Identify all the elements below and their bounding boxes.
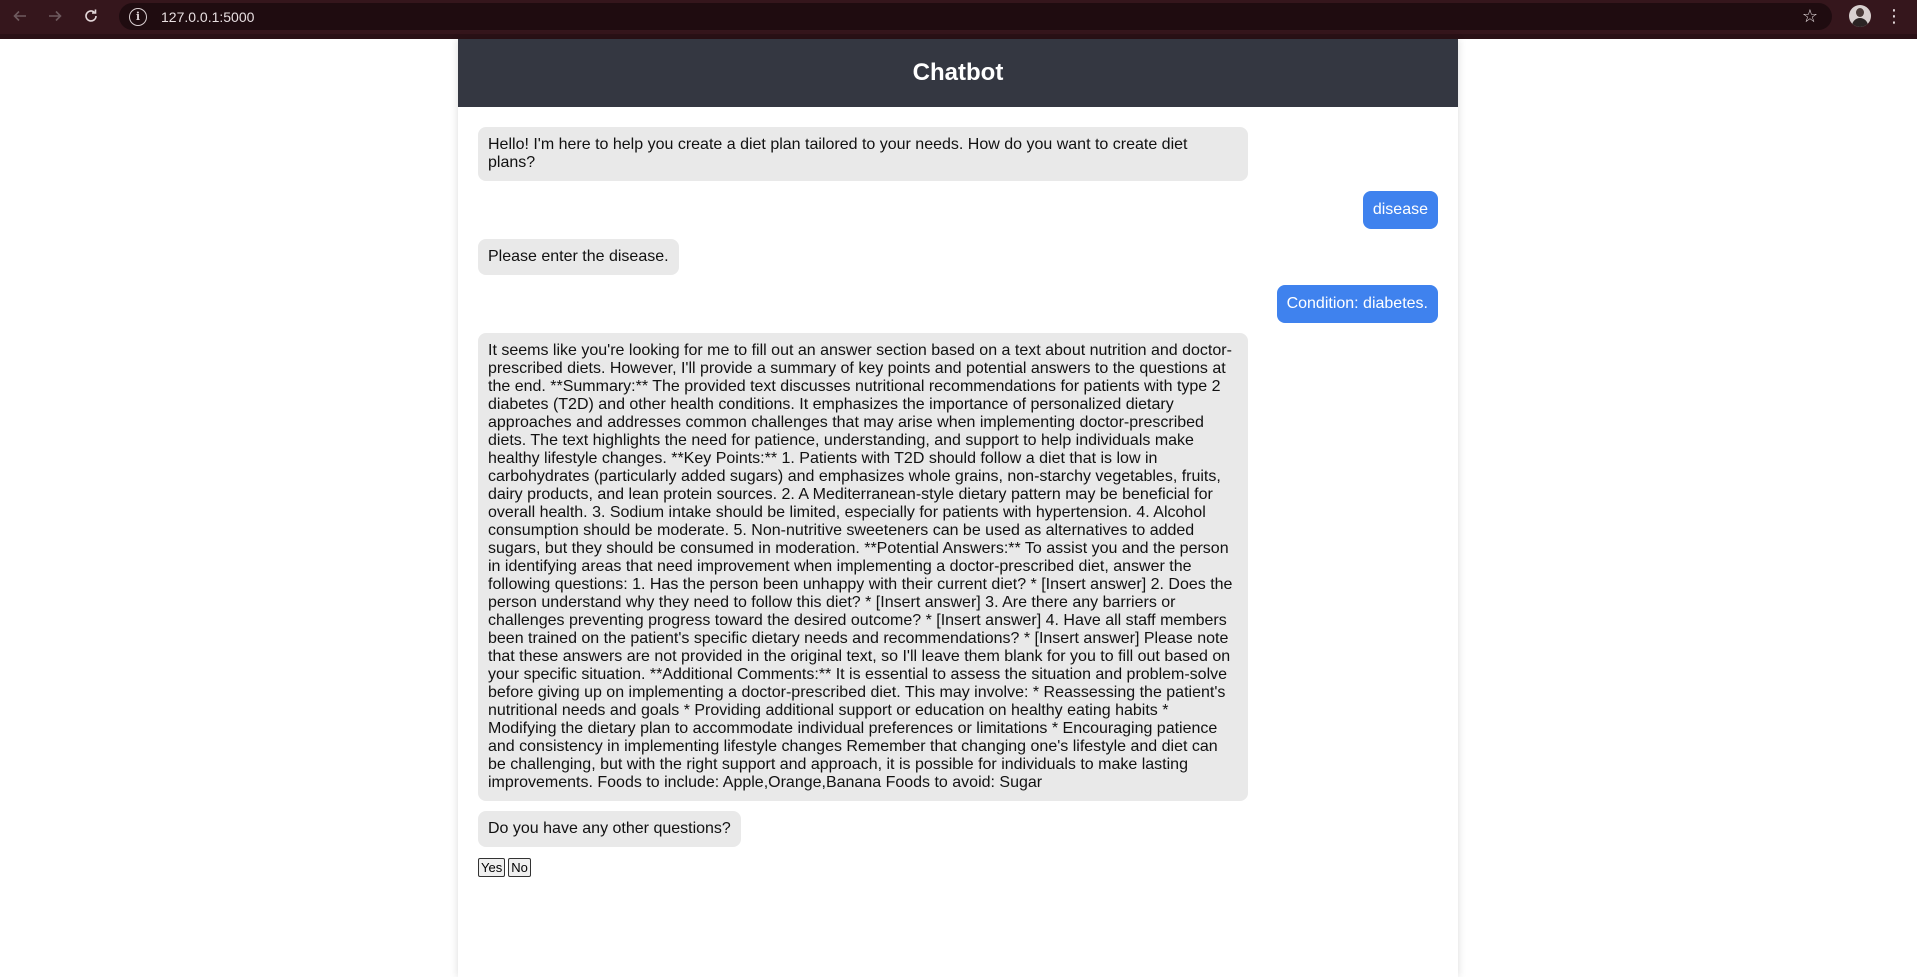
bot-message: Do you have any other questions? (478, 811, 741, 847)
chat-messages: Hello! I'm here to help you create a die… (458, 107, 1458, 897)
bot-message: Please enter the disease. (478, 239, 679, 275)
yes-button[interactable]: Yes (478, 858, 506, 877)
star-icon[interactable]: ☆ (1802, 7, 1818, 25)
choice-buttons: Yes No (478, 858, 1438, 877)
arrow-left-icon (13, 10, 26, 22)
info-icon[interactable]: i (129, 7, 147, 26)
reload-icon (85, 9, 97, 22)
no-button[interactable]: No (508, 858, 531, 877)
avatar[interactable] (1849, 5, 1871, 27)
user-message: Condition: diabetes. (1276, 285, 1438, 323)
arrow-right-icon (49, 10, 62, 22)
chat-container: Chatbot Hello! I'm here to help you crea… (458, 39, 1458, 977)
url-text[interactable]: 127.0.0.1:5000 (161, 9, 254, 25)
reload-button[interactable] (73, 1, 109, 31)
avatar-body (1852, 18, 1868, 27)
page-title: Chatbot (458, 39, 1458, 107)
back-button[interactable] (2, 1, 38, 31)
forward-button[interactable] (37, 1, 73, 31)
browser-toolbar: i 127.0.0.1:5000 ☆ ⋮ (0, 0, 1917, 39)
address-bar[interactable]: i 127.0.0.1:5000 ☆ (119, 3, 1832, 30)
more-vert-icon[interactable]: ⋮ (1884, 5, 1904, 27)
bot-message: Hello! I'm here to help you create a die… (478, 127, 1248, 181)
bot-message: It seems like you're looking for me to f… (478, 333, 1248, 801)
avatar-head (1856, 8, 1864, 17)
user-message: disease (1362, 191, 1438, 229)
